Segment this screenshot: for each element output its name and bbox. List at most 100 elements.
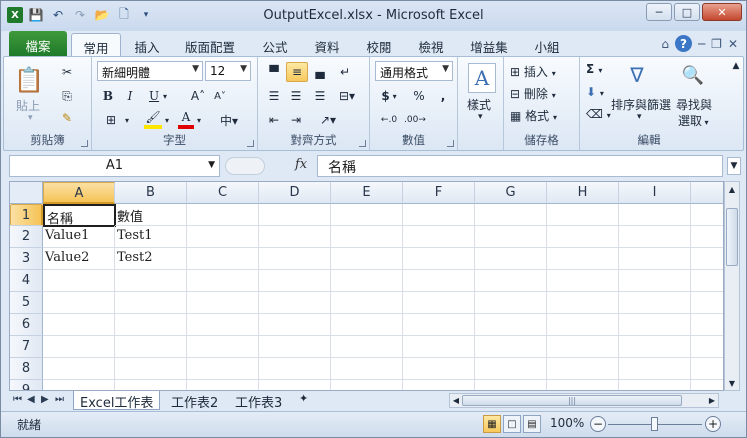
empty-cell[interactable] [547, 270, 619, 292]
empty-cell[interactable] [259, 380, 331, 390]
scroll-right-icon[interactable]: ▶ [707, 395, 717, 406]
prev-sheet-icon[interactable]: ◀ [27, 394, 35, 405]
find-select-label-line1[interactable]: 尋找與 [676, 96, 712, 113]
empty-cell[interactable] [475, 380, 547, 390]
empty-cell[interactable] [475, 248, 547, 270]
empty-cell[interactable] [115, 270, 187, 292]
merge-center-icon[interactable]: ⊟▾ [334, 87, 360, 105]
zoom-slider-knob[interactable] [651, 417, 658, 431]
empty-cell[interactable] [43, 270, 115, 292]
font-color-icon[interactable]: A [178, 109, 194, 129]
next-sheet-icon[interactable]: ▶ [41, 394, 49, 405]
fill-color-dropdown-icon[interactable]: ▾ [162, 111, 172, 129]
sheet-tab-2[interactable]: 工作表2 [165, 391, 224, 411]
horizontal-scroll-thumb[interactable]: ||| [462, 395, 682, 406]
empty-cell[interactable] [43, 380, 115, 390]
column-header-c[interactable]: C [187, 182, 259, 204]
comma-icon[interactable]: , [436, 87, 450, 105]
paste-label[interactable]: 貼上 [16, 97, 40, 114]
delete-cells-button[interactable]: ⊟ 刪除 ▾ [510, 85, 556, 102]
tab-formulas[interactable]: 公式 [253, 33, 297, 56]
tab-view[interactable]: 檢視 [409, 33, 453, 56]
tab-addins[interactable]: 增益集 [461, 33, 517, 56]
empty-cell[interactable] [475, 292, 547, 314]
empty-cell[interactable] [403, 358, 475, 380]
number-launcher-icon[interactable] [447, 140, 454, 147]
wrap-text-icon[interactable]: ↵ [334, 63, 356, 81]
vertical-scroll-thumb[interactable] [726, 208, 738, 266]
tab-home[interactable]: 常用 [71, 33, 121, 56]
font-color-dropdown-icon[interactable]: ▾ [194, 111, 204, 129]
expand-formula-bar-icon[interactable]: ▼ [727, 157, 741, 175]
empty-cell[interactable] [331, 270, 403, 292]
empty-cell[interactable] [619, 248, 691, 270]
empty-cell[interactable] [691, 358, 723, 380]
alignment-launcher-icon[interactable] [359, 140, 366, 147]
tab-page-layout[interactable]: 版面配置 [177, 33, 243, 56]
empty-cell[interactable] [691, 248, 723, 270]
column-header-partial[interactable] [691, 182, 723, 204]
page-break-view-icon[interactable]: ▤ [523, 415, 541, 433]
doc-minimize-icon[interactable]: ─ [698, 37, 705, 51]
binoculars-icon[interactable]: 🔍 [680, 61, 706, 89]
empty-cell[interactable] [619, 380, 691, 390]
empty-cell[interactable] [475, 226, 547, 248]
empty-cell[interactable] [691, 336, 723, 358]
paste-icon[interactable]: 📋 [14, 63, 44, 97]
empty-cell[interactable] [475, 314, 547, 336]
empty-cell[interactable] [475, 204, 547, 226]
empty-cell[interactable] [547, 336, 619, 358]
column-header-g[interactable]: G [475, 182, 547, 204]
row-header-4[interactable]: 4 [10, 270, 43, 292]
empty-cell[interactable] [331, 226, 403, 248]
empty-cell[interactable] [691, 380, 723, 390]
row-header-9[interactable]: 9 [10, 380, 43, 390]
clear-button[interactable]: ⌫ ▾ [586, 107, 611, 121]
fill-color-icon[interactable]: 🖌 [144, 109, 162, 129]
empty-cell[interactable] [331, 336, 403, 358]
empty-cell[interactable] [187, 204, 259, 226]
empty-cell[interactable] [475, 270, 547, 292]
empty-cell[interactable] [547, 314, 619, 336]
sheet-tab-3[interactable]: 工作表3 [229, 391, 288, 411]
column-header-a[interactable]: A [43, 182, 115, 204]
empty-cell[interactable] [187, 248, 259, 270]
insert-function-icon[interactable]: fx [295, 157, 307, 172]
zoom-level[interactable]: 100% [550, 416, 584, 430]
normal-view-icon[interactable]: ▦ [483, 415, 501, 433]
find-select-label-line2[interactable]: 選取 ▾ [678, 112, 709, 129]
empty-cell[interactable] [115, 358, 187, 380]
column-header-f[interactable]: F [403, 182, 475, 204]
row-header-6[interactable]: 6 [10, 314, 43, 336]
empty-cell[interactable] [403, 270, 475, 292]
empty-cell[interactable] [475, 358, 547, 380]
decrease-decimal-icon[interactable]: .00→ [404, 111, 426, 129]
empty-cell[interactable] [403, 204, 475, 226]
last-sheet-icon[interactable]: ⏭ [55, 394, 64, 405]
empty-cell[interactable] [115, 336, 187, 358]
scroll-down-icon[interactable]: ▼ [726, 378, 738, 388]
align-center-icon[interactable]: ☰ [286, 87, 306, 105]
empty-cell[interactable] [619, 292, 691, 314]
cell-a3[interactable]: Value2 [43, 248, 115, 270]
sort-filter-dropdown-icon[interactable]: ▾ [637, 112, 642, 122]
align-right-icon[interactable]: ☰ [310, 87, 330, 105]
decrease-font-icon[interactable]: A˅ [210, 87, 230, 105]
cell-a1[interactable]: 名稱 [43, 204, 116, 227]
empty-cell[interactable] [259, 226, 331, 248]
empty-cell[interactable] [331, 314, 403, 336]
increase-decimal-icon[interactable]: ←.0 [378, 111, 400, 129]
empty-cell[interactable] [187, 270, 259, 292]
empty-cell[interactable] [43, 358, 115, 380]
empty-cell[interactable] [619, 204, 691, 226]
underline-dropdown-icon[interactable]: ▾ [160, 87, 170, 105]
orientation-icon[interactable]: ↗▾ [314, 111, 342, 129]
tab-insert[interactable]: 插入 [125, 33, 169, 56]
row-header-5[interactable]: 5 [10, 292, 43, 314]
maximize-button[interactable]: □ [674, 3, 700, 21]
column-header-i[interactable]: I [619, 182, 691, 204]
row-header-8[interactable]: 8 [10, 358, 43, 380]
format-painter-icon[interactable]: ✎ [58, 109, 76, 127]
empty-cell[interactable] [259, 204, 331, 226]
empty-cell[interactable] [475, 336, 547, 358]
